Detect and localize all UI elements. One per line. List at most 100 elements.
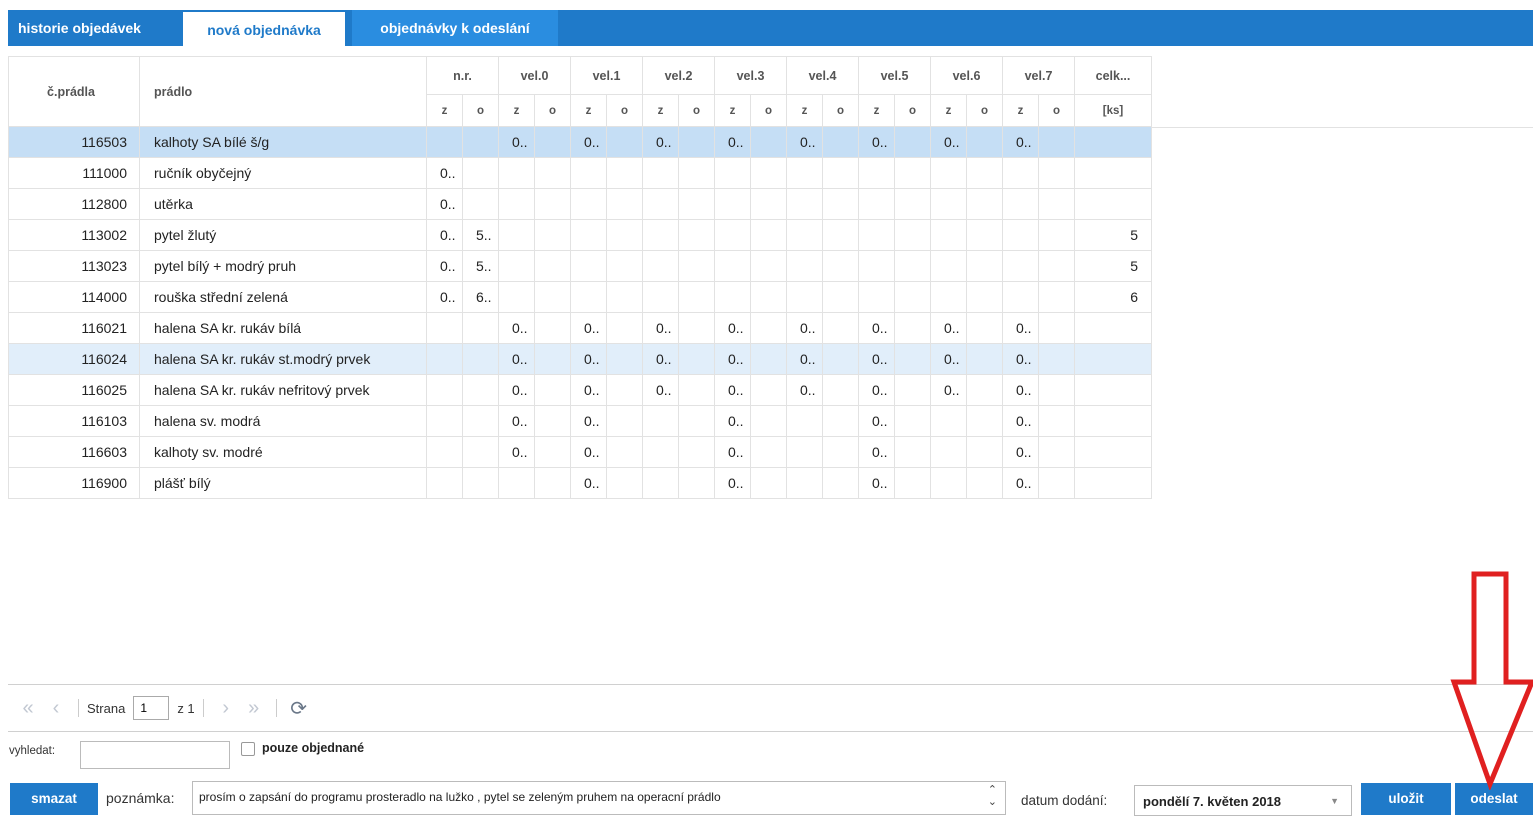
- cell-quantity[interactable]: 0..: [714, 126, 751, 158]
- cell-quantity[interactable]: [642, 436, 679, 468]
- cell-code[interactable]: 116103: [8, 405, 140, 437]
- cell-quantity[interactable]: [678, 157, 715, 189]
- cell-quantity[interactable]: [750, 312, 787, 344]
- cell-quantity[interactable]: [750, 219, 787, 251]
- cell-quantity[interactable]: 0..: [1002, 374, 1039, 406]
- cell-quantity[interactable]: 0..: [570, 467, 607, 499]
- cell-code[interactable]: 111000: [8, 157, 140, 189]
- column-header-total[interactable]: celk...: [1074, 56, 1152, 95]
- table-row[interactable]: 116603 kalhoty sv. modré 0.. 0.. 0.. 0.. 0..: [8, 436, 1152, 468]
- cell-quantity[interactable]: 0..: [426, 157, 463, 189]
- cell-quantity[interactable]: [534, 467, 571, 499]
- cell-quantity[interactable]: [894, 157, 931, 189]
- cell-quantity[interactable]: [786, 405, 823, 437]
- cell-total[interactable]: [1074, 188, 1152, 220]
- cell-quantity[interactable]: [894, 312, 931, 344]
- cell-quantity[interactable]: [1038, 405, 1075, 437]
- cell-quantity[interactable]: [678, 281, 715, 313]
- cell-code[interactable]: 116603: [8, 436, 140, 468]
- cell-quantity[interactable]: 0..: [786, 343, 823, 375]
- cell-total[interactable]: [1074, 467, 1152, 499]
- cell-quantity[interactable]: [750, 126, 787, 158]
- cell-quantity[interactable]: 0..: [642, 312, 679, 344]
- cell-quantity[interactable]: 5..: [462, 250, 499, 282]
- cell-quantity[interactable]: [534, 374, 571, 406]
- cell-quantity[interactable]: [642, 281, 679, 313]
- cell-quantity[interactable]: 0..: [498, 405, 535, 437]
- cell-name[interactable]: halena SA kr. rukáv bílá: [139, 312, 427, 344]
- cell-code[interactable]: 114000: [8, 281, 140, 313]
- table-row[interactable]: 113023 pytel bílý + modrý pruh 0.. 5.. 5: [8, 250, 1152, 282]
- cell-quantity[interactable]: [786, 281, 823, 313]
- cell-quantity[interactable]: [570, 281, 607, 313]
- cell-quantity[interactable]: [678, 436, 715, 468]
- cell-name[interactable]: ručník obyčejný: [139, 157, 427, 189]
- cell-quantity[interactable]: 0..: [426, 281, 463, 313]
- cell-total[interactable]: [1074, 126, 1152, 158]
- cell-quantity[interactable]: [1038, 374, 1075, 406]
- cell-quantity[interactable]: [930, 157, 967, 189]
- cell-quantity[interactable]: [894, 343, 931, 375]
- note-scroll-icon[interactable]: ⌃ ⌄: [988, 784, 997, 808]
- save-button[interactable]: uložit: [1361, 783, 1451, 815]
- cell-quantity[interactable]: [858, 157, 895, 189]
- cell-quantity[interactable]: [714, 250, 751, 282]
- page-number-input[interactable]: [133, 696, 170, 720]
- cell-quantity[interactable]: [534, 126, 571, 158]
- cell-quantity[interactable]: [858, 219, 895, 251]
- cell-quantity[interactable]: [1038, 157, 1075, 189]
- cell-quantity[interactable]: 0..: [642, 343, 679, 375]
- cell-quantity[interactable]: 0..: [858, 126, 895, 158]
- cell-quantity[interactable]: 0..: [858, 343, 895, 375]
- cell-quantity[interactable]: [462, 157, 499, 189]
- cell-quantity[interactable]: [606, 374, 643, 406]
- cell-quantity[interactable]: 0..: [642, 374, 679, 406]
- cell-quantity[interactable]: [1002, 157, 1039, 189]
- cell-quantity[interactable]: [678, 405, 715, 437]
- cell-total[interactable]: [1074, 343, 1152, 375]
- cell-quantity[interactable]: 0..: [930, 126, 967, 158]
- cell-quantity[interactable]: [786, 157, 823, 189]
- cell-quantity[interactable]: [606, 405, 643, 437]
- cell-quantity[interactable]: [606, 188, 643, 220]
- cell-quantity[interactable]: 0..: [858, 374, 895, 406]
- cell-quantity[interactable]: [894, 281, 931, 313]
- cell-quantity[interactable]: [534, 157, 571, 189]
- table-row[interactable]: 116900 plášť bílý 0.. 0.. 0.. 0..: [8, 467, 1152, 499]
- cell-quantity[interactable]: 0..: [858, 405, 895, 437]
- cell-code[interactable]: 113002: [8, 219, 140, 251]
- cell-quantity[interactable]: [642, 219, 679, 251]
- last-page-icon[interactable]: »: [240, 695, 268, 721]
- cell-quantity[interactable]: [426, 436, 463, 468]
- cell-quantity[interactable]: [462, 343, 499, 375]
- cell-quantity[interactable]: [462, 467, 499, 499]
- cell-quantity[interactable]: 6..: [462, 281, 499, 313]
- cell-quantity[interactable]: 0..: [426, 219, 463, 251]
- only-ordered-checkbox[interactable]: [241, 742, 255, 756]
- cell-quantity[interactable]: [498, 467, 535, 499]
- cell-quantity[interactable]: [642, 250, 679, 282]
- cell-code[interactable]: 116021: [8, 312, 140, 344]
- cell-total[interactable]: [1074, 374, 1152, 406]
- cell-quantity[interactable]: 0..: [570, 126, 607, 158]
- cell-quantity[interactable]: [534, 312, 571, 344]
- table-row[interactable]: 116103 halena sv. modrá 0.. 0.. 0.. 0.. 0..: [8, 405, 1152, 437]
- cell-quantity[interactable]: [570, 219, 607, 251]
- table-row[interactable]: 113002 pytel žlutý 0.. 5.. 5: [8, 219, 1152, 251]
- cell-quantity[interactable]: [498, 219, 535, 251]
- cell-quantity[interactable]: 0..: [1002, 467, 1039, 499]
- cell-code[interactable]: 116024: [8, 343, 140, 375]
- cell-quantity[interactable]: [606, 126, 643, 158]
- cell-quantity[interactable]: [498, 157, 535, 189]
- cell-quantity[interactable]: [822, 250, 859, 282]
- cell-quantity[interactable]: 0..: [1002, 436, 1039, 468]
- cell-total[interactable]: 5: [1074, 250, 1152, 282]
- cell-quantity[interactable]: [858, 250, 895, 282]
- cell-quantity[interactable]: [606, 219, 643, 251]
- cell-quantity[interactable]: [1038, 188, 1075, 220]
- cell-quantity[interactable]: [750, 157, 787, 189]
- cell-name[interactable]: plášť bílý: [139, 467, 427, 499]
- cell-quantity[interactable]: [714, 219, 751, 251]
- table-row[interactable]: 116021 halena SA kr. rukáv bílá 0.. 0.. 0.. 0…: [8, 312, 1152, 344]
- cell-quantity[interactable]: [462, 126, 499, 158]
